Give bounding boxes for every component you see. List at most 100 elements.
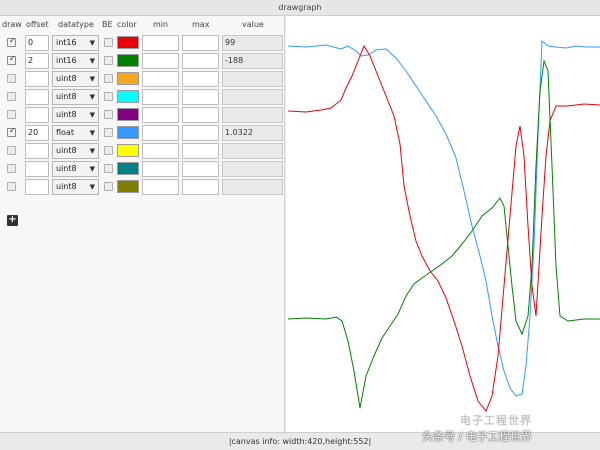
- min-input[interactable]: [142, 89, 179, 105]
- checkmark-icon: ✓: [9, 54, 16, 63]
- max-input[interactable]: [182, 35, 219, 51]
- datatype-select[interactable]: uint8 ▼: [52, 143, 99, 159]
- plus-icon: +: [8, 214, 17, 225]
- draw-checkbox[interactable]: [7, 182, 16, 191]
- max-input[interactable]: [182, 161, 219, 177]
- min-input[interactable]: [142, 35, 179, 51]
- offset-input[interactable]: [25, 107, 49, 123]
- header-value: value: [242, 20, 264, 29]
- watermark-text: 头条号 / 电子工程世界: [422, 430, 532, 443]
- color-swatch[interactable]: [117, 180, 139, 193]
- min-input[interactable]: [142, 53, 179, 69]
- datatype-value: uint8: [56, 146, 77, 155]
- color-swatch[interactable]: [117, 72, 139, 85]
- max-input[interactable]: [182, 125, 219, 141]
- datatype-select[interactable]: uint8 ▼: [52, 161, 99, 177]
- min-input[interactable]: [142, 125, 179, 141]
- big-endian-checkbox[interactable]: [104, 110, 113, 119]
- color-swatch[interactable]: [117, 126, 139, 139]
- header-color: color: [117, 20, 137, 29]
- color-swatch[interactable]: [117, 54, 139, 67]
- color-swatch[interactable]: [117, 90, 139, 103]
- datatype-select[interactable]: int16 ▼: [52, 35, 99, 51]
- chevron-down-icon: ▼: [89, 165, 95, 173]
- offset-input[interactable]: [25, 179, 49, 195]
- header-be: BE: [102, 20, 113, 29]
- big-endian-checkbox[interactable]: [104, 38, 113, 47]
- datatype-select[interactable]: uint8 ▼: [52, 107, 99, 123]
- datatype-value: int16: [56, 56, 77, 65]
- channel-row: uint8 ▼: [0, 70, 285, 88]
- color-swatch[interactable]: [117, 144, 139, 157]
- offset-input[interactable]: [25, 89, 49, 105]
- channel-row: ✓ 2 int16 ▼ -188: [0, 52, 285, 70]
- big-endian-checkbox[interactable]: [104, 92, 113, 101]
- channel-row: uint8 ▼: [0, 88, 285, 106]
- max-input[interactable]: [182, 89, 219, 105]
- offset-input[interactable]: [25, 71, 49, 87]
- channel-row: uint8 ▼: [0, 178, 285, 196]
- big-endian-checkbox[interactable]: [104, 164, 113, 173]
- chevron-down-icon: ▼: [89, 75, 95, 83]
- max-input[interactable]: [182, 143, 219, 159]
- offset-input[interactable]: [25, 161, 49, 177]
- max-input[interactable]: [182, 179, 219, 195]
- min-input[interactable]: [142, 107, 179, 123]
- big-endian-checkbox[interactable]: [104, 56, 113, 65]
- offset-input[interactable]: 20: [25, 125, 49, 141]
- big-endian-checkbox[interactable]: [104, 74, 113, 83]
- draw-checkbox[interactable]: [7, 92, 16, 101]
- draw-checkbox[interactable]: [7, 74, 16, 83]
- value-readout: [222, 107, 283, 123]
- chevron-down-icon: ▼: [89, 183, 95, 191]
- offset-input[interactable]: 0: [25, 35, 49, 51]
- draw-checkbox[interactable]: [7, 110, 16, 119]
- chevron-down-icon: ▼: [89, 111, 95, 119]
- offset-input[interactable]: [25, 143, 49, 159]
- max-input[interactable]: [182, 107, 219, 123]
- datatype-value: uint8: [56, 92, 77, 101]
- datatype-select[interactable]: int16 ▼: [52, 53, 99, 69]
- datatype-select[interactable]: uint8 ▼: [52, 89, 99, 105]
- draw-checkbox[interactable]: [7, 146, 16, 155]
- chevron-down-icon: ▼: [89, 57, 95, 65]
- color-swatch[interactable]: [117, 36, 139, 49]
- big-endian-checkbox[interactable]: [104, 128, 113, 137]
- datatype-select[interactable]: uint8 ▼: [52, 179, 99, 195]
- trace-blue: [287, 39, 600, 397]
- datatype-select[interactable]: float ▼: [52, 125, 99, 141]
- value-readout: -188: [222, 53, 283, 69]
- max-input[interactable]: [182, 53, 219, 69]
- min-input[interactable]: [142, 161, 179, 177]
- color-swatch[interactable]: [117, 108, 139, 121]
- graph-canvas[interactable]: [286, 16, 600, 432]
- header-offset: offset: [26, 20, 49, 29]
- checkmark-icon: ✓: [9, 126, 16, 135]
- min-input[interactable]: [142, 143, 179, 159]
- value-readout: [222, 143, 283, 159]
- datatype-value: uint8: [56, 182, 77, 191]
- channel-row: uint8 ▼: [0, 160, 285, 178]
- draw-checkbox[interactable]: ✓: [7, 126, 16, 137]
- max-input[interactable]: [182, 71, 219, 87]
- min-input[interactable]: [142, 71, 179, 87]
- header-max: max: [192, 20, 210, 29]
- min-input[interactable]: [142, 179, 179, 195]
- color-swatch[interactable]: [117, 162, 139, 175]
- datatype-value: uint8: [56, 110, 77, 119]
- draw-checkbox[interactable]: ✓: [7, 36, 16, 47]
- value-readout: 99: [222, 35, 283, 51]
- channel-row: uint8 ▼: [0, 106, 285, 124]
- big-endian-checkbox[interactable]: [104, 146, 113, 155]
- offset-input[interactable]: 2: [25, 53, 49, 69]
- draw-checkbox[interactable]: ✓: [7, 54, 16, 65]
- big-endian-checkbox[interactable]: [104, 182, 113, 191]
- value-readout: [222, 179, 283, 195]
- draw-checkbox[interactable]: [7, 164, 16, 173]
- add-channel-button[interactable]: +: [7, 215, 18, 226]
- header-datatype: datatype: [58, 20, 94, 29]
- datatype-select[interactable]: uint8 ▼: [52, 71, 99, 87]
- datatype-value: uint8: [56, 74, 77, 83]
- chevron-down-icon: ▼: [89, 39, 95, 47]
- channel-row: ✓ 0 int16 ▼ 99: [0, 34, 285, 52]
